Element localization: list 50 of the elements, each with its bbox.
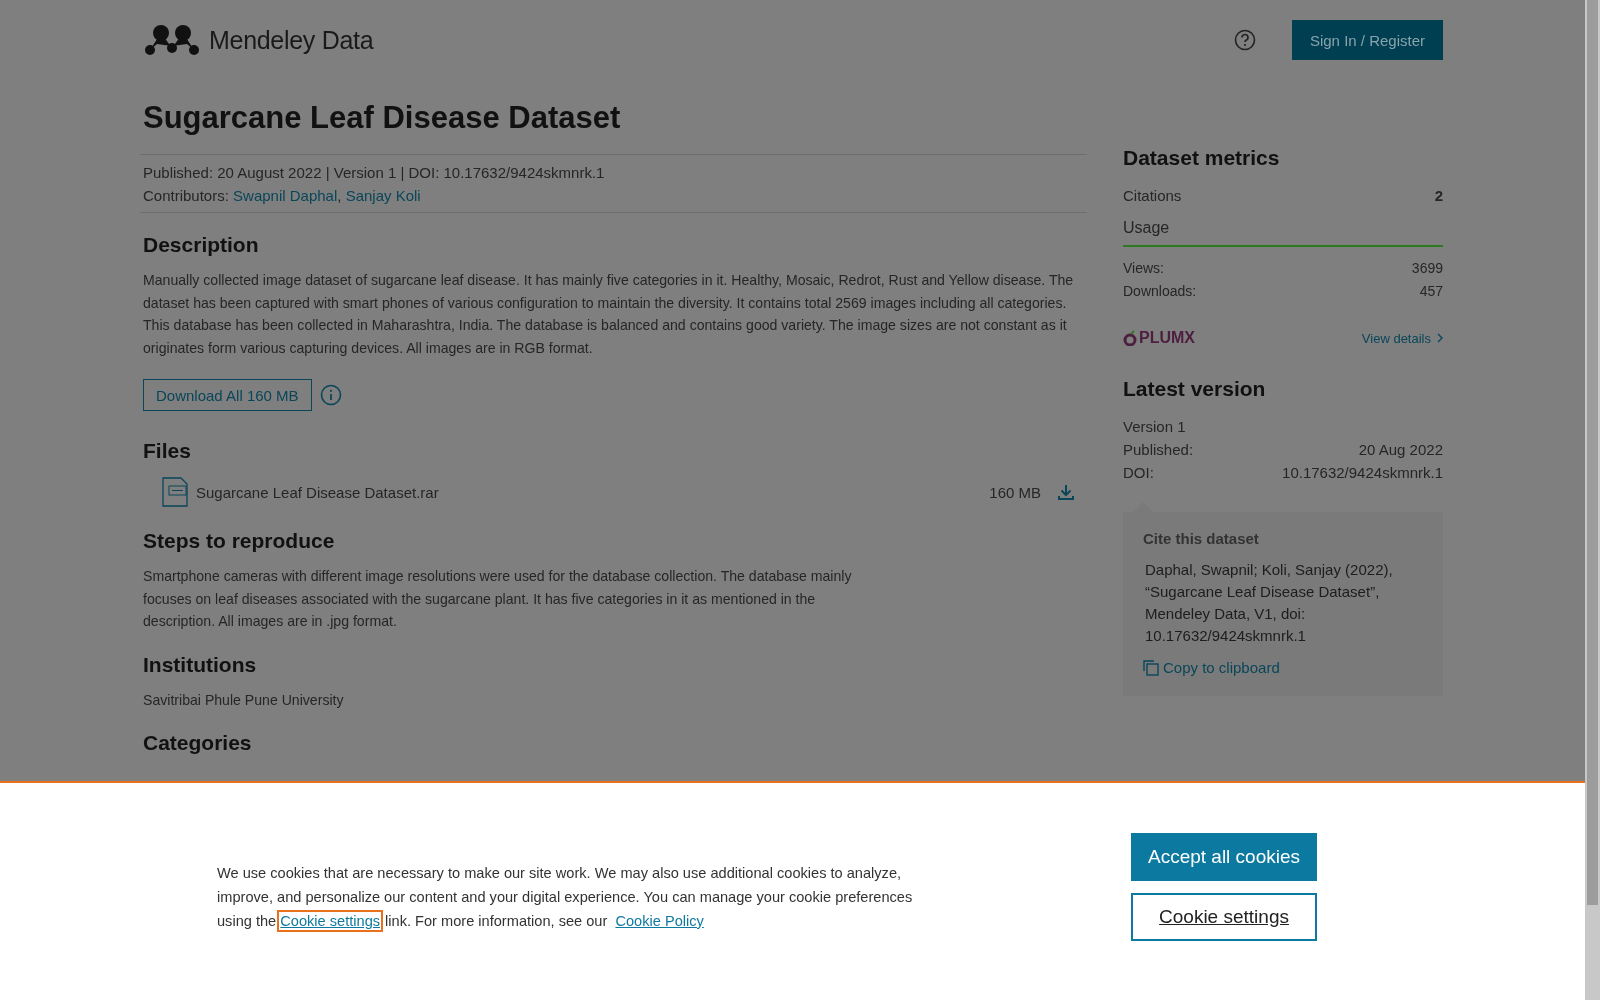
cookie-settings-link[interactable]: Cookie settings [280, 912, 381, 929]
cookie-policy-link[interactable]: Cookie Policy [615, 912, 704, 929]
institution-name: Savitribai Phule Pune University [143, 690, 345, 710]
view-details-link[interactable]: View details [1361, 330, 1443, 346]
cookie-settings-button[interactable]: Cookie settings [1131, 892, 1317, 941]
file-size: 160 MB [989, 483, 1041, 501]
copy-to-clipboard-link[interactable]: Copy to clipboard [1143, 659, 1423, 676]
section-heading: Categories [143, 731, 253, 755]
logo-icon [143, 24, 201, 56]
doi-label: DOI: [1123, 463, 1154, 483]
dataset-title: Sugarcane Leaf Disease Dataset [143, 100, 622, 136]
accept-cookies-button[interactable]: Accept all cookies [1131, 832, 1317, 881]
metric-value: 457 [1419, 282, 1443, 301]
metrics-heading: Dataset metrics [1123, 146, 1281, 170]
citations-label: Citations [1123, 186, 1182, 206]
section-heading: Files [143, 439, 192, 463]
section-heading: Institutions [143, 652, 258, 677]
logo-text: Mendeley Data [209, 25, 374, 55]
download-icon[interactable] [1057, 483, 1075, 501]
chevron-icon [1437, 333, 1443, 343]
contributors-label: Contributors: [143, 187, 229, 204]
steps-text: Smartphone cameras with different image resolutions were used for the database collection. The database mainly focuses on leaf diseases associated with the sugarcane plant. It has five categories in it as mentioned in the description. All images are in .jpg format. [143, 567, 853, 631]
citation-text: Daphal, Swapnil; Koli, Sanjay (2022), “Sugarcane Leaf Disease Dataset”, Mendeley Data, V1, doi: 10.17632/9424skmnrk.1 [1144, 560, 1394, 646]
info-icon[interactable] [319, 384, 342, 406]
plumx-logo: PLUMX [1123, 329, 1195, 347]
section-heading: Description [143, 233, 260, 257]
published-label: Published: [1123, 440, 1194, 460]
scrollbar[interactable] [1585, 0, 1600, 1000]
citations-count: 2 [1434, 186, 1443, 206]
usage-heading: Usage [1123, 219, 1443, 247]
help-icon[interactable] [1233, 29, 1256, 51]
separator: , [337, 187, 342, 204]
cookie-notice-text: We use cookies that are necessary to make our site work. We may also use additional cookies to analyze, improve, and personalize our content and your digital experience. You can manage your cookie preferences using the Cookie settings link. For more information, see our Cookie Policy [217, 860, 937, 933]
section-heading: Steps to reproduce [143, 529, 336, 553]
metric-value: 3699 [1411, 259, 1443, 278]
publication-info: Published: 20 August 2022 | Version 1 | DOI: 10.17632/9424skmnrk.1 [143, 163, 606, 183]
published-date: 20 Aug 2022 [1358, 440, 1443, 460]
file-name[interactable]: Sugarcane Leaf Disease Dataset.rar [196, 483, 439, 501]
version-label: Version 1 [1123, 417, 1186, 437]
metric-label: Views: [1123, 259, 1164, 278]
copy-icon [1143, 659, 1159, 676]
latest-version-heading: Latest version [1123, 377, 1267, 401]
doi-value: 10.17632/9424skmnrk.1 [1282, 463, 1443, 483]
metric-label: Downloads: [1123, 282, 1197, 301]
cite-heading: Cite this dataset [1143, 530, 1260, 547]
download-all-button[interactable]: Download All 160 MB [143, 379, 312, 411]
description-text: Manually collected image dataset of sugarcane leaf disease. It has mainly five categories in it. Healthy, Mosaic, Redrot, Rust and Yellow disease. The dataset has been captured with smart phones of various configuration to maintain the diversity. It contains total 2569 images including all categories. This database has been collected in Maharashtra, India. The database is balanced and contains good variety. The image sizes are not constant as it originates form various capturing devices. All images are in RGB format. [143, 271, 1075, 358]
archive-file-icon [160, 475, 190, 509]
sign-in-button[interactable]: Sign In / Register [1291, 20, 1443, 60]
contributor-link[interactable]: Sanjay Koli [345, 187, 421, 204]
